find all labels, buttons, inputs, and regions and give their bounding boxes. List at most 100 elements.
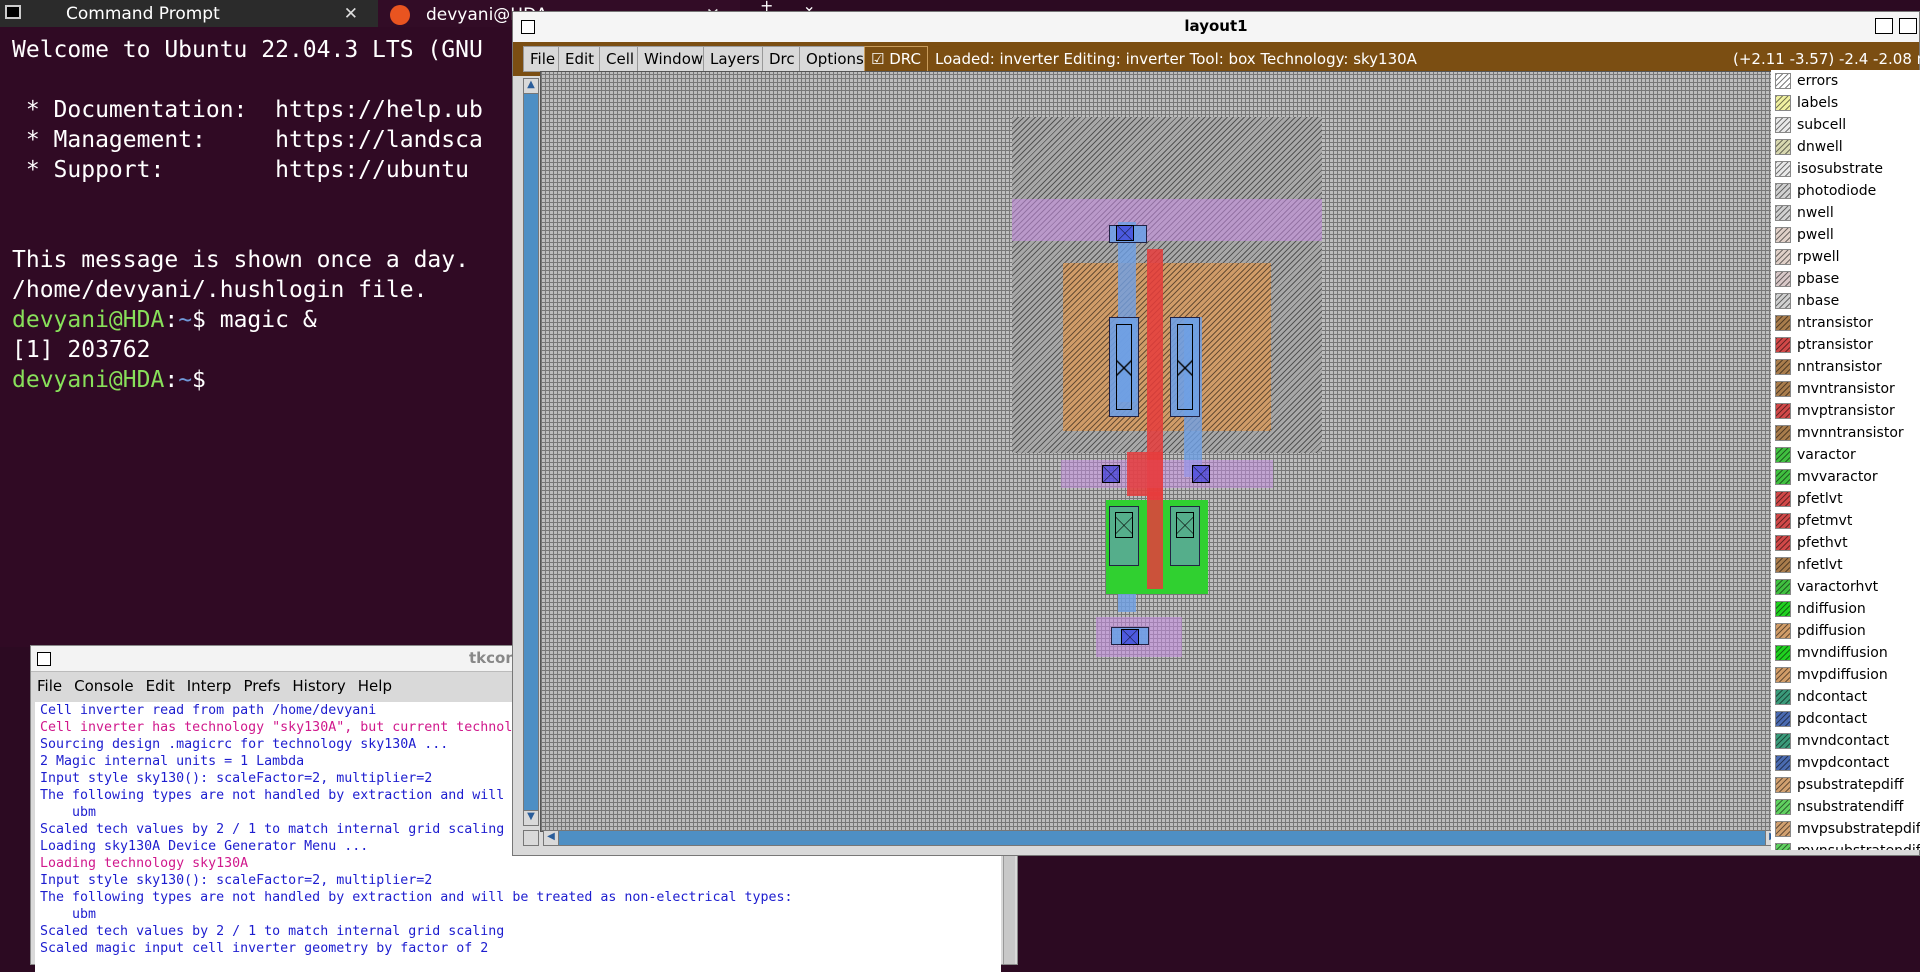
layer-label: mvnsubstratendiff [1797,843,1920,850]
window-icon [37,652,51,666]
layer-label: pdiffusion [1797,623,1866,639]
menu-help[interactable]: Help [358,677,392,695]
layer-item-nbase[interactable]: nbase [1771,290,1920,312]
menu-edit[interactable]: Edit [146,677,175,695]
layer-item-isosubstrate[interactable]: isosubstrate [1771,158,1920,180]
layer-item-pfetlvt[interactable]: pfetlvt [1771,488,1920,510]
layer-swatch-icon [1775,117,1791,133]
layer-item-mvvaractor[interactable]: mvvaractor [1771,466,1920,488]
layer-item-ntransistor[interactable]: ntransistor [1771,312,1920,334]
tab-command-prompt[interactable]: Command Prompt ✕ [0,0,378,27]
layer-item-varactor[interactable]: varactor [1771,444,1920,466]
checkbox-icon: ☑ [871,50,890,68]
ubuntu-icon [390,5,410,25]
drc-toggle[interactable]: ☑ DRC [864,46,928,72]
minimize-button[interactable] [1875,18,1893,34]
layer-label: pdcontact [1797,711,1868,727]
menu-layers[interactable]: Layers [703,46,767,72]
maximize-button[interactable] [1899,18,1917,34]
input-strip [1061,460,1273,488]
layer-item-photodiode[interactable]: photodiode [1771,180,1920,202]
layer-item-ndiffusion[interactable]: ndiffusion [1771,598,1920,620]
layer-swatch-icon [1775,161,1791,177]
arrow-up-icon[interactable]: ▲ [523,78,539,94]
layer-item-labels[interactable]: labels [1771,92,1920,114]
layer-item-varactorhvt[interactable]: varactorhvt [1771,576,1920,598]
layer-swatch-icon [1775,491,1791,507]
terminal-output[interactable]: Welcome to Ubuntu 22.04.3 LTS (GNU * Doc… [0,27,520,647]
console-line: Scaled magic input cell inverter geometr… [40,941,489,956]
layer-swatch-icon [1775,667,1791,683]
polycontact [1102,465,1120,483]
poly-pad [1127,452,1163,496]
layer-label: subcell [1797,117,1847,133]
layer-item-pfetmvt[interactable]: pfetmvt [1771,510,1920,532]
layer-item-mvnsubstratendiff[interactable]: mvnsubstratendiff [1771,840,1920,850]
layer-item-nsubstratendiff[interactable]: nsubstratendiff [1771,796,1920,818]
layer-item-pwell[interactable]: pwell [1771,224,1920,246]
layer-item-mvpsubstratepdiff[interactable]: mvpsubstratepdiff [1771,818,1920,840]
layer-swatch-icon [1775,271,1791,287]
console-line: The following types are not handled by e… [40,890,793,905]
layer-label: ntransistor [1797,315,1873,331]
menu-drc[interactable]: Drc [762,46,802,72]
menu-history[interactable]: History [292,677,345,695]
layer-item-nwell[interactable]: nwell [1771,202,1920,224]
layer-swatch-icon [1775,95,1791,111]
close-icon[interactable]: ✕ [344,4,358,24]
menu-options[interactable]: Options [799,46,871,72]
layer-label: mvndiffusion [1797,645,1888,661]
layer-item-dnwell[interactable]: dnwell [1771,136,1920,158]
horizontal-scrollbar[interactable]: ◀ ▶ [543,830,1781,846]
layer-swatch-icon [1775,799,1791,815]
pdiffusion-region [1063,263,1271,431]
layer-swatch-icon [1775,447,1791,463]
layer-item-pfethvt[interactable]: pfethvt [1771,532,1920,554]
arrow-left-icon[interactable]: ◀ [543,830,559,846]
menu-file[interactable]: File [523,46,563,72]
layer-item-subcell[interactable]: subcell [1771,114,1920,136]
layer-label: mvndcontact [1797,733,1890,749]
menu-prefs[interactable]: Prefs [243,677,280,695]
layer-item-mvpdiffusion[interactable]: mvpdiffusion [1771,664,1920,686]
layer-item-ptransistor[interactable]: ptransistor [1771,334,1920,356]
layer-item-mvndiffusion[interactable]: mvndiffusion [1771,642,1920,664]
menu-cell[interactable]: Cell [599,46,642,72]
layer-item-mvnntransistor[interactable]: mvnntransistor [1771,422,1920,444]
menu-window[interactable]: Window [637,46,711,72]
arrow-down-icon[interactable]: ▼ [523,810,539,826]
terminal-line: * Documentation: https://help.ub [12,97,483,123]
console-line: Input style sky130(): scaleFactor=2, mul… [40,873,433,888]
layer-item-psubstratepdiff[interactable]: psubstratepdiff [1771,774,1920,796]
status-text: Loaded: inverter Editing: inverter Tool:… [935,50,1417,68]
layer-item-pbase[interactable]: pbase [1771,268,1920,290]
layer-item-mvptransistor[interactable]: mvptransistor [1771,400,1920,422]
layer-item-rpwell[interactable]: rpwell [1771,246,1920,268]
menu-edit[interactable]: Edit [558,46,602,72]
layer-item-pdiffusion[interactable]: pdiffusion [1771,620,1920,642]
layer-item-nntransistor[interactable]: nntransistor [1771,356,1920,378]
layer-swatch-icon [1775,623,1791,639]
layout-canvas[interactable] [540,71,1782,832]
layer-item-mvpdcontact[interactable]: mvpdcontact [1771,752,1920,774]
cursor-coordinates: (+2.11 -3.57) -2.4 -2.08 micr [1733,50,1920,68]
menu-interp[interactable]: Interp [187,677,232,695]
layout-titlebar[interactable]: layout1 [513,12,1919,42]
window-title: tkcon [469,649,517,667]
layer-item-pdcontact[interactable]: pdcontact [1771,708,1920,730]
substrate-contact [1121,629,1139,645]
layer-item-mvndcontact[interactable]: mvndcontact [1771,730,1920,752]
layer-item-nfetlvt[interactable]: nfetlvt [1771,554,1920,576]
prompt-user: devyani@HDA [12,367,165,393]
menu-file[interactable]: File [37,677,62,695]
layer-item-ndcontact[interactable]: ndcontact [1771,686,1920,708]
layer-item-errors[interactable]: errors [1771,70,1920,92]
layer-swatch-icon [1775,183,1791,199]
vertical-scrollbar[interactable]: ▲ ▼ [523,78,539,826]
layer-item-mvntransistor[interactable]: mvntransistor [1771,378,1920,400]
layer-swatch-icon [1775,139,1791,155]
layer-swatch-icon [1775,73,1791,89]
vdd-metal-strip [1012,199,1322,241]
zoom-box-button[interactable] [523,830,539,846]
menu-console[interactable]: Console [74,677,134,695]
